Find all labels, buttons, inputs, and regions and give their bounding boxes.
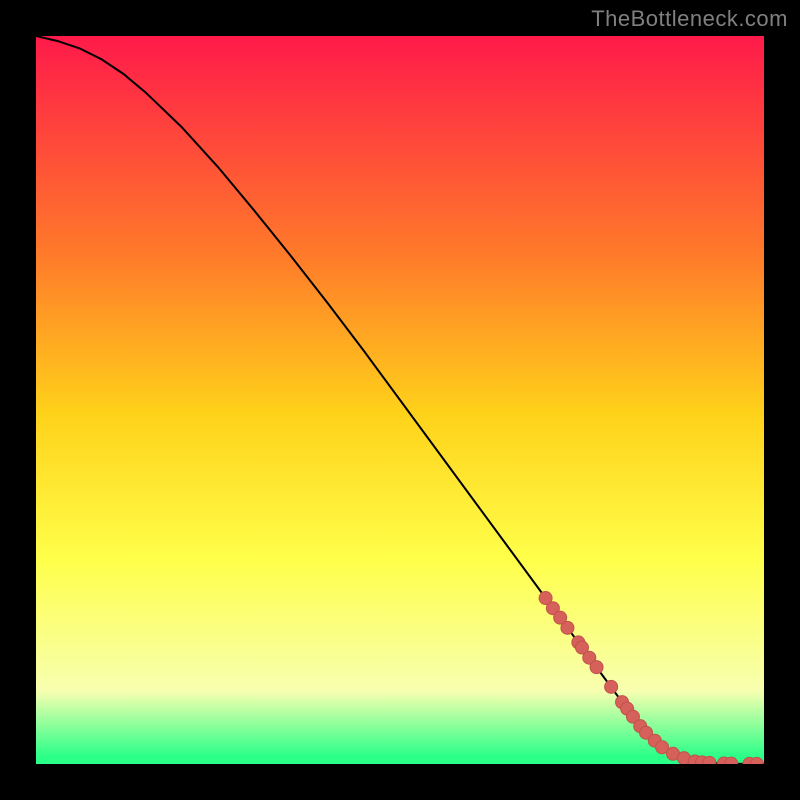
- data-marker: [561, 621, 574, 634]
- chart-frame: TheBottleneck.com: [0, 0, 800, 800]
- data-marker: [605, 680, 618, 693]
- chart-svg: [36, 36, 764, 764]
- data-marker: [590, 661, 603, 674]
- watermark-text: TheBottleneck.com: [591, 6, 788, 32]
- plot-area: [36, 36, 764, 764]
